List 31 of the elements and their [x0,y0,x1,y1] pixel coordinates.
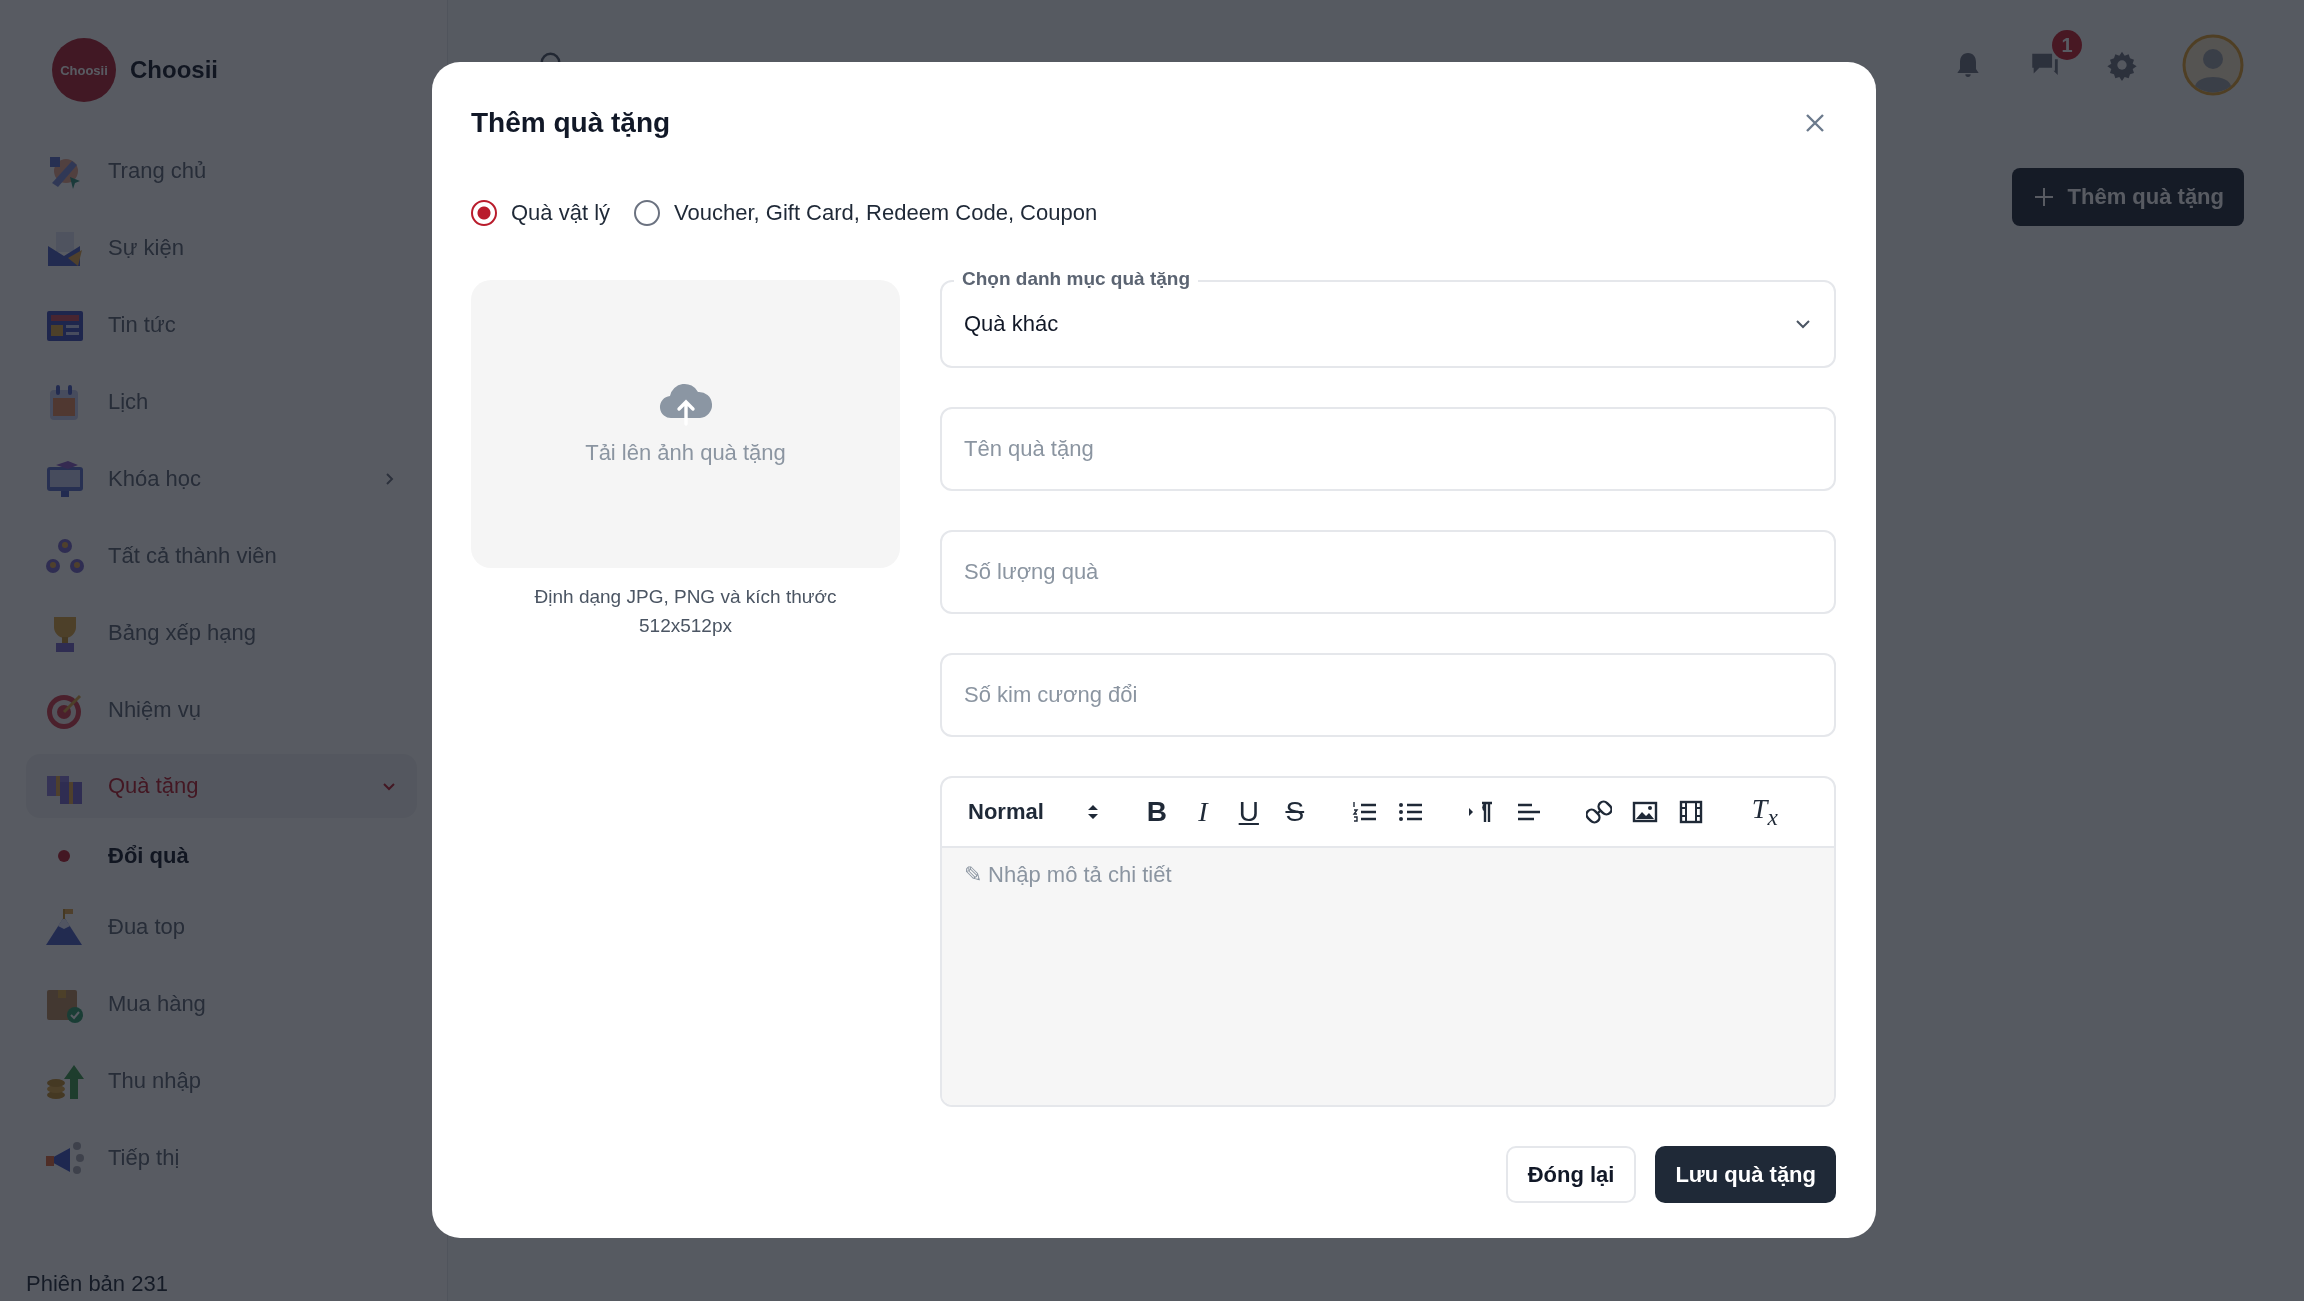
radio-button[interactable] [634,200,661,226]
bold-button[interactable]: B [1143,798,1170,826]
cloud-upload-icon [657,382,714,426]
upload-area[interactable]: Tải lên ảnh quà tặng [471,280,900,568]
logo-text: Choosii [60,62,108,78]
description-field[interactable]: ✎ Nhập mô tả chi tiết [942,848,1834,1105]
close-dialog-button[interactable]: Đóng lại [1505,1146,1637,1203]
image-icon[interactable] [1631,800,1658,824]
format-dropdown[interactable]: Normal [968,799,1100,825]
bullet-list-icon[interactable] [1397,800,1424,824]
underline-button[interactable]: U [1235,798,1262,826]
category-select[interactable]: Chọn danh mục quà tặng Quà khác [940,266,1836,368]
input-field[interactable]: Tên quà tặng [940,407,1836,491]
numbered-list-icon[interactable] [1351,800,1378,824]
close-icon [1804,112,1826,134]
upload-hint: Định dạng JPG, PNG và kích thước 512x512px [533,585,838,638]
strike-button[interactable]: S [1281,798,1308,826]
radio-option[interactable]: Quà vật lý [471,200,611,226]
radio-button[interactable] [471,200,497,226]
link-icon[interactable] [1585,799,1612,825]
clear-format-button[interactable]: T$_{x}$ [1751,795,1778,829]
input-field[interactable]: Số kim cương đổi [940,653,1836,737]
italic-button[interactable]: I [1189,798,1216,826]
dialog-title: Thêm quà tặng [471,107,671,139]
upload-label: Tải lên ảnh quà tặng [585,440,786,466]
radio-option[interactable]: Voucher, Gift Card, Redeem Code, Coupon [634,200,1098,226]
save-button[interactable]: Lưu quà tặng [1655,1146,1836,1203]
brand-name: Choosii [130,56,218,84]
input-field[interactable]: Số lượng quà [940,530,1836,614]
film-icon[interactable] [1677,800,1704,824]
version-text: Phiên bản 231 [26,1271,169,1298]
